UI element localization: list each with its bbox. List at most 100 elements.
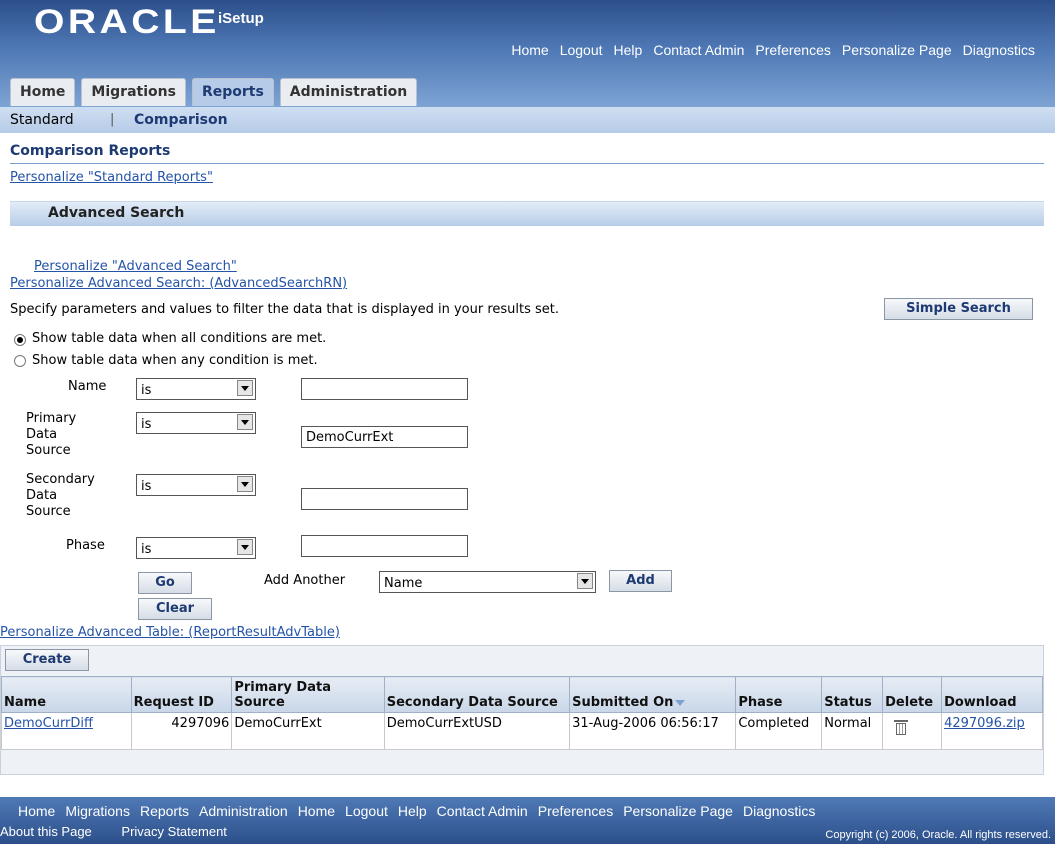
cell-primary: DemoCurrExt <box>231 712 385 750</box>
results-table-region: Create Name Request ID Primary Data Sour… <box>0 645 1044 775</box>
table-row: DemoCurrDiff 4297096 DemoCurrExt DemoCur… <box>1 712 1043 750</box>
product-name: iSetup <box>218 10 264 27</box>
column-header-submitted[interactable]: Submitted On <box>569 676 737 713</box>
column-header-delete: Delete <box>882 676 943 713</box>
name-value-input[interactable] <box>301 378 468 400</box>
header-bar: ORACLE iSetup Home Logout Help Contact A… <box>0 0 1055 107</box>
radio-any-condition[interactable] <box>14 355 26 367</box>
column-header-status[interactable]: Status <box>821 676 884 713</box>
sort-descending-icon <box>675 699 686 706</box>
footer-link-help[interactable]: Help <box>398 803 427 819</box>
subtab-standard[interactable]: Standard <box>10 112 74 128</box>
footer-links: Home Migrations Reports Administration H… <box>18 803 815 819</box>
personalize-table-link[interactable]: Personalize Advanced Table: (ReportResul… <box>0 625 340 640</box>
footer-link-logout[interactable]: Logout <box>345 803 388 819</box>
cell-submitted: 31-Aug-2006 06:56:17 <box>569 712 737 750</box>
footer-bar: Home Migrations Reports Administration H… <box>0 797 1055 844</box>
column-header-primary[interactable]: Primary Data Source <box>231 676 385 713</box>
footer-link-home[interactable]: Home <box>18 803 55 819</box>
footer-link-diagnostics[interactable]: Diagnostics <box>743 803 815 819</box>
personalize-standard-link[interactable]: Personalize "Standard Reports" <box>10 170 213 185</box>
subtab-bar: Standard | Comparison <box>0 107 1055 133</box>
footer-link-personalize-page[interactable]: Personalize Page <box>623 803 733 819</box>
operator-select-name[interactable]: is <box>136 378 256 400</box>
cell-name[interactable]: DemoCurrDiff <box>1 712 132 750</box>
global-link-contact-admin[interactable]: Contact Admin <box>653 42 744 58</box>
tab-administration[interactable]: Administration <box>279 78 418 106</box>
operator-select-phase[interactable]: is <box>136 537 256 559</box>
oracle-logo: ORACLE <box>34 3 220 41</box>
global-link-personalize-page[interactable]: Personalize Page <box>842 42 952 58</box>
column-header-download: Download <box>941 676 1043 713</box>
criteria-label-name: Name <box>68 379 107 394</box>
footer-link-reports[interactable]: Reports <box>140 803 189 819</box>
cell-request-id: 4297096 <box>130 712 233 750</box>
global-link-home[interactable]: Home <box>511 42 548 58</box>
global-link-help[interactable]: Help <box>614 42 643 58</box>
footer-link-preferences[interactable]: Preferences <box>538 803 613 819</box>
main-tabs: Home Migrations Reports Administration <box>10 78 418 106</box>
footer-link-home-2[interactable]: Home <box>298 803 335 819</box>
add-another-label: Add Another <box>264 573 346 588</box>
footer-link-migrations[interactable]: Migrations <box>65 803 130 819</box>
add-button[interactable]: Add <box>609 570 672 592</box>
chevron-down-icon <box>237 539 253 555</box>
trash-icon[interactable] <box>894 720 909 735</box>
cell-delete <box>882 712 943 750</box>
column-header-name[interactable]: Name <box>1 676 132 713</box>
tab-home[interactable]: Home <box>10 78 76 106</box>
cell-secondary: DemoCurrExtUSD <box>383 712 571 750</box>
column-header-secondary[interactable]: Secondary Data Source <box>383 676 571 713</box>
column-header-phase[interactable]: Phase <box>735 676 823 713</box>
criteria-label-phase: Phase <box>66 538 105 553</box>
chevron-down-icon <box>237 414 253 430</box>
footer-bottom: About this Page Privacy Statement <box>0 824 227 839</box>
radio-all-label: Show table data when all conditions are … <box>32 331 327 346</box>
global-link-preferences[interactable]: Preferences <box>755 42 830 58</box>
privacy-statement-link[interactable]: Privacy Statement <box>121 824 227 839</box>
copyright-text: Copyright (c) 2006, Oracle. All rights r… <box>825 829 1051 841</box>
global-links: Home Logout Help Contact Admin Preferenc… <box>511 42 1035 58</box>
phase-value-input[interactable] <box>301 535 468 557</box>
simple-search-button[interactable]: Simple Search <box>884 298 1033 320</box>
footer-link-contact-admin[interactable]: Contact Admin <box>437 803 528 819</box>
secondary-source-input[interactable] <box>301 488 468 510</box>
tab-migrations[interactable]: Migrations <box>81 78 186 106</box>
about-page-link[interactable]: About this Page <box>0 824 92 839</box>
cell-phase: Completed <box>735 712 823 750</box>
operator-select-primary[interactable]: is <box>136 412 256 434</box>
subtab-separator: | <box>110 112 115 127</box>
title-divider <box>10 163 1044 164</box>
page-title: Comparison Reports <box>10 143 171 159</box>
criteria-label-primary: Primary Data Source <box>26 411 77 458</box>
column-header-request-id[interactable]: Request ID <box>130 676 233 713</box>
section-header: Advanced Search <box>10 201 1044 226</box>
cell-status: Normal <box>821 712 884 750</box>
clear-button[interactable]: Clear <box>138 598 212 620</box>
subtab-comparison[interactable]: Comparison <box>134 112 228 128</box>
global-link-diagnostics[interactable]: Diagnostics <box>963 42 1035 58</box>
chevron-down-icon <box>577 573 593 589</box>
report-name-link[interactable]: DemoCurrDiff <box>4 716 93 731</box>
results-table: Name Request ID Primary Data Source Seco… <box>1 676 1043 750</box>
personalize-adv-search-rn-link[interactable]: Personalize Advanced Search: (AdvancedSe… <box>10 276 347 291</box>
section-title: Advanced Search <box>48 205 185 221</box>
chevron-down-icon <box>237 476 253 492</box>
operator-select-secondary[interactable]: is <box>136 474 256 496</box>
radio-any-label: Show table data when any condition is me… <box>32 353 318 368</box>
tab-reports[interactable]: Reports <box>191 78 274 106</box>
add-another-select[interactable]: Name <box>379 571 596 593</box>
cell-download: 4297096.zip <box>941 712 1043 750</box>
personalize-adv-search-link[interactable]: Personalize "Advanced Search" <box>34 259 237 274</box>
table-header-row: Name Request ID Primary Data Source Seco… <box>1 676 1043 713</box>
radio-all-conditions[interactable] <box>14 334 26 346</box>
chevron-down-icon <box>237 380 253 396</box>
primary-source-input[interactable] <box>301 426 468 448</box>
global-link-logout[interactable]: Logout <box>560 42 603 58</box>
download-link[interactable]: 4297096.zip <box>944 716 1025 731</box>
criteria-label-secondary: Secondary Data Source <box>26 472 95 519</box>
search-instructions: Specify parameters and values to filter … <box>10 302 560 317</box>
create-button[interactable]: Create <box>5 649 89 671</box>
go-button[interactable]: Go <box>138 572 192 594</box>
footer-link-administration[interactable]: Administration <box>199 803 288 819</box>
